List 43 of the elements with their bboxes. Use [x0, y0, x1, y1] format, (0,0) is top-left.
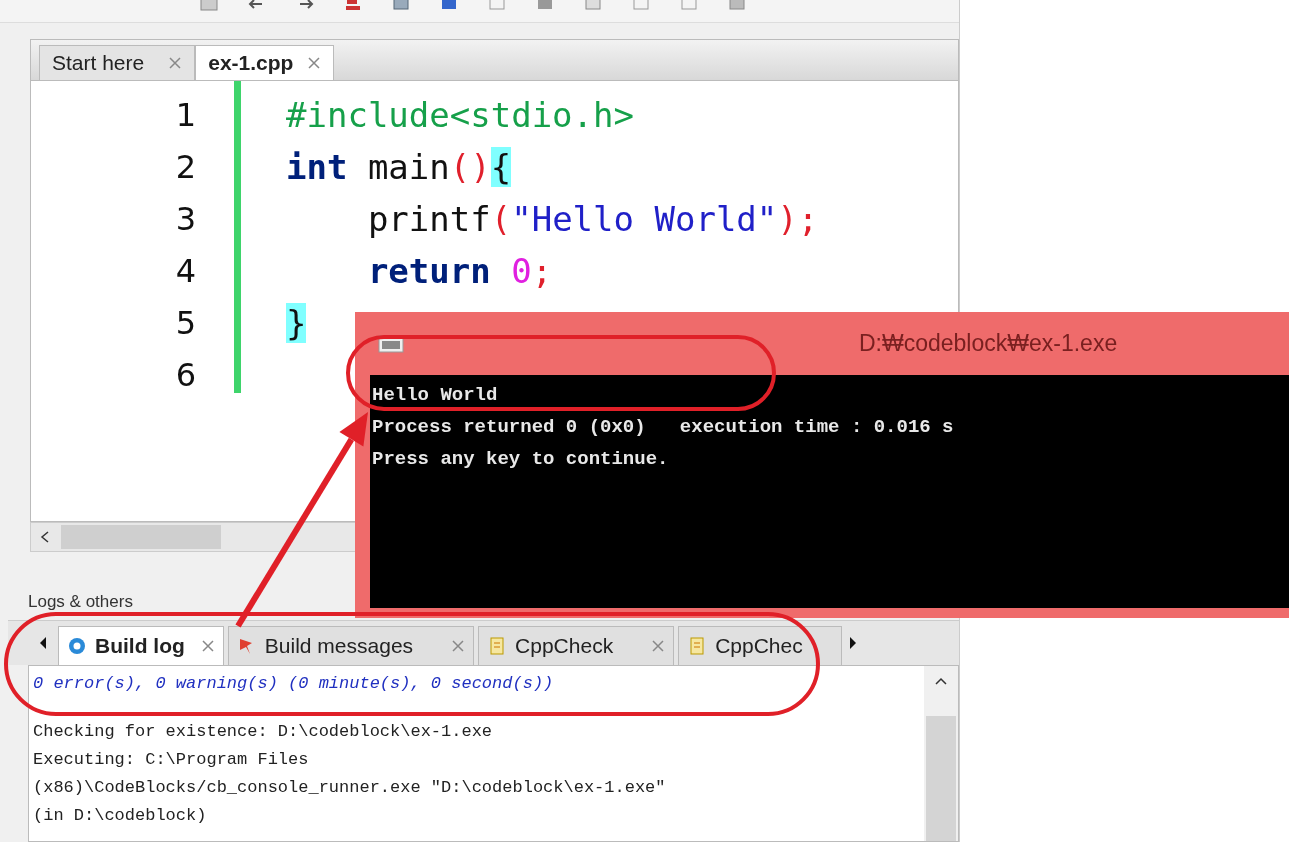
frame-icon: [680, 0, 698, 12]
bookmark-icon: [344, 0, 362, 12]
panel-title: Logs & others: [27, 592, 134, 613]
line-number: 2: [174, 147, 196, 188]
frame-icon: [488, 0, 506, 12]
line-number: 5: [174, 303, 196, 344]
log-tab[interactable]: CppCheck: [478, 626, 675, 665]
close-icon: [451, 639, 466, 653]
scroll-left-icon: [39, 530, 51, 544]
line-number: 1: [174, 95, 196, 136]
log-tab[interactable]: Build log: [58, 626, 224, 665]
log-line: (x86)\CodeBlocks/cb_console_runner.exe "D:\codeblock\ex-1.exe": [33, 777, 667, 799]
code-line: printf("Hello World");: [366, 199, 819, 239]
log-line: (in D:\codeblock): [33, 805, 208, 827]
scroll-up-icon: [934, 676, 948, 686]
window-title: D:₩codeblock₩ex-1.exe: [859, 330, 1118, 357]
close-icon: [307, 56, 322, 70]
console-output-line: Process returned 0 (0x0) execution time : 0.016 s: [372, 415, 955, 440]
log-tab[interactable]: Build messages: [227, 626, 475, 665]
close-icon: [168, 56, 183, 70]
gear-icon: [67, 636, 87, 656]
log-line: Executing: C:\Program Files: [33, 749, 310, 771]
scroll-left-icon: [38, 636, 48, 650]
code-line: int main(){: [286, 147, 512, 187]
line-number: 4: [174, 251, 196, 292]
log-tab[interactable]: CppChec: [678, 626, 842, 665]
editor-tab[interactable]: Start here: [39, 45, 196, 80]
code-line: #include<stdio.h>: [286, 95, 634, 135]
close-icon: [200, 639, 215, 653]
scroll-right-icon: [847, 636, 858, 650]
console-output-line: Hello World: [372, 383, 499, 408]
editor-tab[interactable]: ex-1.cpp: [195, 45, 335, 80]
vertical-scrollbar[interactable]: [924, 666, 958, 841]
line-number: 3: [174, 199, 196, 240]
line-number: 6: [174, 355, 196, 396]
console-output-line: Press any key to continue.: [372, 447, 670, 472]
frame-icon: [632, 0, 650, 12]
log-line: Checking for existence: D:\codeblock\ex-1.exe: [33, 721, 494, 743]
close-icon: [651, 639, 666, 653]
window-icon: [728, 0, 746, 12]
window-icon: [392, 0, 410, 12]
code-line: return 0;: [366, 251, 553, 291]
build-summary: 0 error(s), 0 warning(s) (0 minute(s), 0 second(s)): [33, 674, 555, 695]
